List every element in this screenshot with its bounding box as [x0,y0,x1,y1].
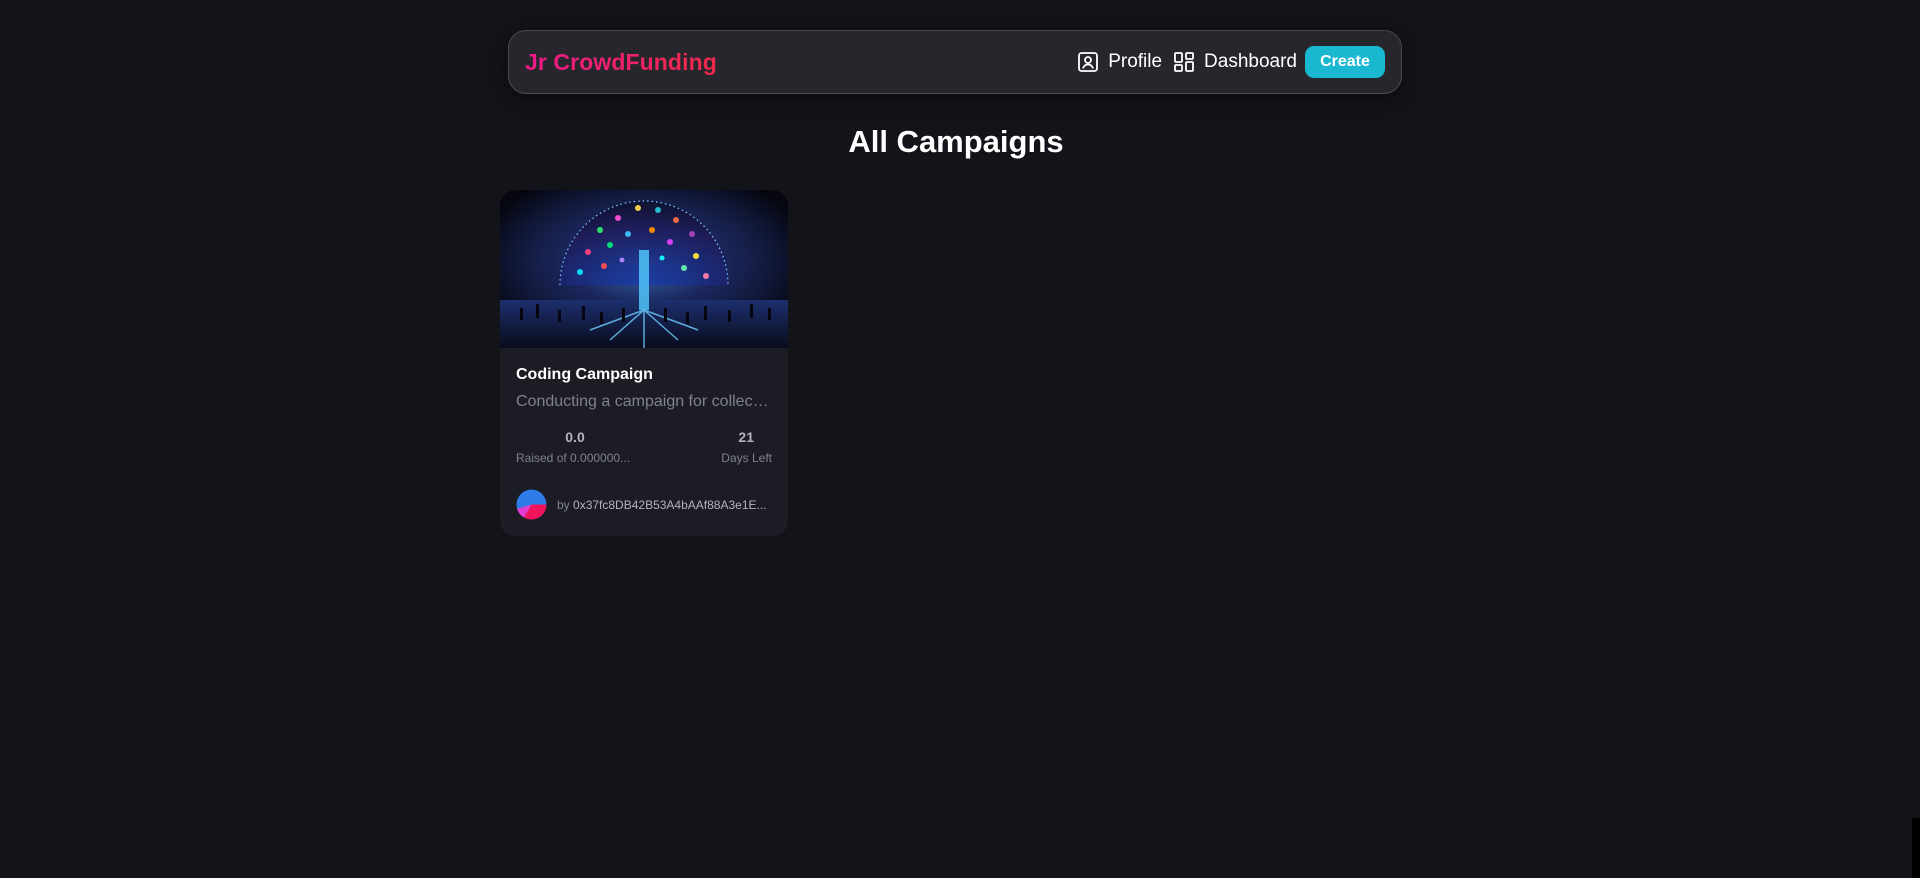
campaign-owner: by 0x37fc8DB42B53A4bAAf88A3e1E... [516,489,772,520]
campaign-title: Coding Campaign [516,366,653,383]
scrollbar[interactable] [1912,818,1920,878]
navbar: Jr CrowdFunding Profile Dashboard Create [508,30,1402,94]
avatar [516,489,547,520]
nav-profile-link[interactable]: Profile [1077,51,1162,73]
campaign-card-body: Coding Campaign Conducting a campaign fo… [500,366,788,520]
nav-profile-label: Profile [1108,51,1163,72]
campaign-card[interactable]: Coding Campaign Conducting a campaign fo… [500,190,788,536]
nav-dashboard-label: Dashboard [1204,51,1297,72]
page: Jr CrowdFunding Profile Dashboard Create… [0,0,1920,878]
create-button[interactable]: Create [1305,46,1385,78]
raised-label: Raised of 0.000000... [516,451,631,465]
nav-dashboard-link[interactable]: Dashboard [1173,51,1297,73]
raised-value: 0.0 [565,429,585,445]
nav-links: Profile Dashboard Create [1077,46,1385,78]
days-left-stat: 21 Days Left [721,429,772,465]
user-square-icon [1077,51,1099,73]
campaign-description: Conducting a campaign for collecting fun… [516,393,772,410]
raised-stat: 0.0 Raised of 0.000000... [516,429,634,465]
brand-logo[interactable]: Jr CrowdFunding [525,49,717,76]
days-left-value: 21 [738,429,754,445]
campaign-stats: 0.0 Raised of 0.000000... 21 Days Left [516,429,772,465]
days-left-label: Days Left [721,451,772,465]
owner-prefix: by [557,497,570,512]
owner-avatar-icon [516,489,547,520]
page-title: All Campaigns [848,124,1064,159]
campaign-image [500,190,788,348]
owner-text: by 0x37fc8DB42B53A4bAAf88A3e1E... [557,498,769,512]
owner-address: 0x37fc8DB42B53A4bAAf88A3e1E... [573,497,767,512]
dashboard-icon [1173,51,1195,73]
